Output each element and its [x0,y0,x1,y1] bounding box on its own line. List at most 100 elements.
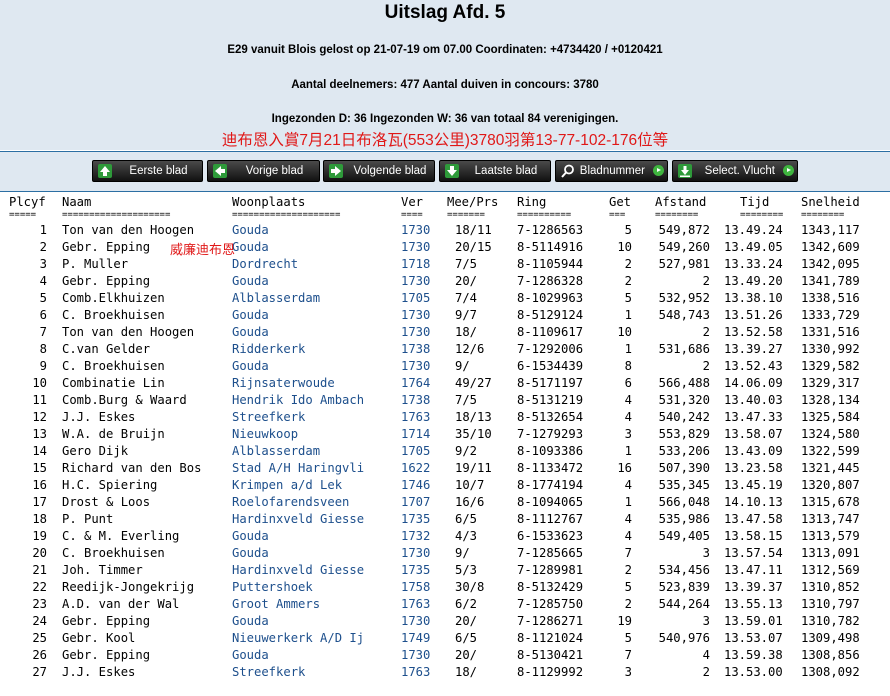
cell-naam: Combinatie Lin [62,376,165,390]
cell-woonplaats[interactable]: Groot Ammers [232,596,320,613]
cell-woonplaats[interactable]: Alblasserdam [232,443,320,460]
cell-snelheid: 1309,498 [801,631,860,645]
cell-ver[interactable]: 1730 [401,222,430,239]
cell-ver[interactable]: 1707 [401,494,430,511]
cell-ver[interactable]: 1732 [401,528,430,545]
cell-naam: J.J. Eskes [62,665,136,679]
cell-woonplaats[interactable]: Ridderkerk [232,341,305,358]
cell-woonplaats[interactable]: Gouda [232,273,269,290]
cell-woonplaats[interactable]: Stad A/H Haringvli [232,460,364,477]
next-page-button[interactable]: Volgende blad [323,160,435,182]
cell-get: 1 [624,495,632,509]
cell-ver[interactable]: 1763 [401,596,430,613]
cell-ver[interactable]: 1758 [401,579,430,596]
cell-woonplaats[interactable]: Streefkerk [232,409,305,426]
cell-naam: Comb.Elkhuizen [62,291,165,305]
cell-woonplaats[interactable]: Streefkerk [232,664,305,681]
previous-page-button[interactable]: Vorige blad [207,160,320,182]
cell-ver[interactable]: 1622 [401,460,430,477]
cell-woonplaats[interactable]: Gouda [232,239,269,256]
table-row: 25 Gebr. Kool Nieuwerkerk A/D Ij 1749 6/5 8-1… [0,630,890,647]
cell-plcyf: 15 [32,461,47,475]
cell-snelheid: 1310,782 [801,614,860,628]
cell-ver[interactable]: 1763 [401,664,430,681]
cell-meeprs: 6/5 [455,512,478,526]
cell-plcyf: 17 [32,495,47,509]
cell-ring: 7-1286271 [517,614,584,628]
cell-tijd: 13.39.37 [724,580,783,594]
cell-afstand: 531,320 [658,393,710,407]
cell-woonplaats[interactable]: Gouda [232,613,269,630]
cell-ver[interactable]: 1730 [401,324,430,341]
cell-ver[interactable]: 1749 [401,630,430,647]
cell-ring: 8-1129992 [517,665,584,679]
arrow-up-icon [98,164,112,178]
cell-ver[interactable]: 1714 [401,426,430,443]
cell-woonplaats[interactable]: Dordrecht [232,256,298,273]
cell-tijd: 13.51.26 [724,308,783,322]
cell-snelheid: 1343,117 [801,223,860,237]
cell-naam: Gebr. Epping [62,648,151,662]
cell-woonplaats[interactable]: Gouda [232,324,269,341]
cell-meeprs: 20/ [455,274,478,288]
cell-woonplaats[interactable]: Rijnsaterwoude [232,375,335,392]
cell-ver[interactable]: 1718 [401,256,430,273]
cell-woonplaats[interactable]: Gouda [232,647,269,664]
cell-afstand: 540,242 [658,410,710,424]
cell-ver[interactable]: 1730 [401,307,430,324]
cell-woonplaats[interactable]: Nieuwkoop [232,426,298,443]
cell-ver[interactable]: 1705 [401,443,430,460]
table-row: 11 Comb.Burg & Waard Hendrik Ido Ambach 173… [0,392,890,409]
cell-woonplaats[interactable]: Hardinxveld Giesse [232,511,364,528]
cell-woonplaats[interactable]: Gouda [232,545,269,562]
cell-plcyf: 9 [39,359,47,373]
cell-ver[interactable]: 1730 [401,273,430,290]
cell-woonplaats[interactable]: Gouda [232,528,269,545]
page-number-button[interactable]: Bladnummer [555,160,668,182]
cell-ver[interactable]: 1730 [401,613,430,630]
cell-woonplaats[interactable]: Gouda [232,307,269,324]
cell-ver[interactable]: 1763 [401,409,430,426]
cell-woonplaats[interactable]: Puttershoek [232,579,313,596]
cell-ver[interactable]: 1764 [401,375,430,392]
select-flight-button[interactable]: Select. Vlucht [672,160,798,182]
cell-ver[interactable]: 1730 [401,647,430,664]
cell-ver[interactable]: 1730 [401,545,430,562]
cell-woonplaats[interactable]: Hardinxveld Giesse [232,562,364,579]
last-page-button[interactable]: Laatste blad [439,160,551,182]
cell-woonplaats[interactable]: Alblasserdam [232,290,320,307]
cell-ver[interactable]: 1738 [401,392,430,409]
cell-meeprs: 49/27 [455,376,492,390]
cell-ring: 7-1292006 [517,342,584,356]
table-row: 4 Gebr. Epping Gouda 1730 20/7-1286328 2 2 13.4… [0,273,890,290]
cell-ver[interactable]: 1705 [401,290,430,307]
cell-ver[interactable]: 1735 [401,511,430,528]
cell-afstand: 540,976 [658,631,710,645]
cell-woonplaats[interactable]: Hendrik Ido Ambach [232,392,364,409]
cell-woonplaats[interactable]: Nieuwerkerk A/D Ij [232,630,364,647]
cell-ver[interactable]: 1730 [401,239,430,256]
cell-tijd: 13.59.01 [724,614,783,628]
cell-tijd: 13.39.27 [724,342,783,356]
cell-woonplaats[interactable]: Gouda [232,222,269,239]
cell-woonplaats[interactable]: Roelofarendsveen [232,494,349,511]
cell-meeprs: 18/ [455,325,478,339]
cell-snelheid: 1325,584 [801,410,860,424]
cell-meeprs: 20/ [455,614,478,628]
cell-ring: 8-5130421 [517,648,584,662]
cell-ver[interactable]: 1735 [401,562,430,579]
cell-get: 4 [624,529,632,543]
report-header: Uitslag Afd. 5 E29 vanuit Blois gelost o… [0,0,890,150]
cell-get: 2 [624,597,632,611]
cell-naam: Reedijk-Jongekrijg [62,580,195,594]
cell-woonplaats[interactable]: Gouda [232,358,269,375]
cell-plcyf: 24 [32,614,47,628]
cell-ring: 7-1289981 [517,563,584,577]
cell-ver[interactable]: 1738 [401,341,430,358]
cell-ver[interactable]: 1730 [401,358,430,375]
cell-naam: C. Broekhuisen [62,359,165,373]
first-page-button[interactable]: Eerste blad [92,160,203,182]
cell-ver[interactable]: 1746 [401,477,430,494]
cell-woonplaats[interactable]: Krimpen a/d Lek [232,477,342,494]
table-row: 19 C. & M. Everling Gouda 1732 4/3 6-1533623 4… [0,528,890,545]
